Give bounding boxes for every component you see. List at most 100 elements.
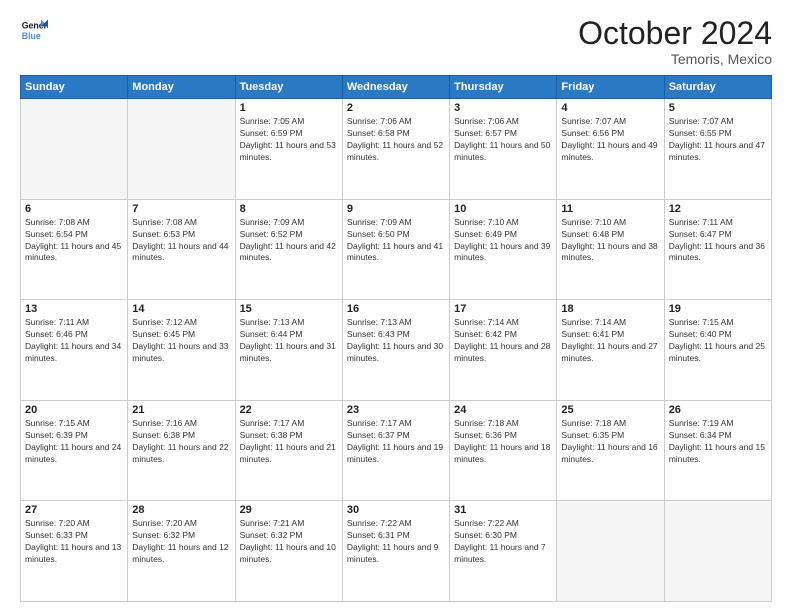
calendar-header-row: Sunday Monday Tuesday Wednesday Thursday… <box>21 76 772 99</box>
cell-info: Sunrise: 7:06 AMSunset: 6:57 PMDaylight:… <box>454 116 552 164</box>
day-number: 24 <box>454 404 552 416</box>
day-number: 22 <box>240 404 338 416</box>
cell-info: Sunrise: 7:21 AMSunset: 6:32 PMDaylight:… <box>240 518 338 566</box>
cell-info: Sunrise: 7:22 AMSunset: 6:30 PMDaylight:… <box>454 518 552 566</box>
day-number: 27 <box>25 504 123 516</box>
cell-info: Sunrise: 7:17 AMSunset: 6:37 PMDaylight:… <box>347 418 445 466</box>
table-row: 12 Sunrise: 7:11 AMSunset: 6:47 PMDayligh… <box>664 199 771 300</box>
cell-info: Sunrise: 7:15 AMSunset: 6:39 PMDaylight:… <box>25 418 123 466</box>
cell-info: Sunrise: 7:10 AMSunset: 6:48 PMDaylight:… <box>561 217 659 265</box>
month-title: October 2024 <box>578 16 772 51</box>
cell-info: Sunrise: 7:06 AMSunset: 6:58 PMDaylight:… <box>347 116 445 164</box>
col-tuesday: Tuesday <box>235 76 342 99</box>
col-saturday: Saturday <box>664 76 771 99</box>
table-row: 22Sunrise: 7:17 AMSunset: 6:38 PMDayligh… <box>235 400 342 501</box>
day-number: 8 <box>240 203 338 215</box>
table-row: 25 Sunrise: 7:18 AMSunset: 6:35 PMDayligh… <box>557 400 664 501</box>
day-number: 3 <box>454 102 552 114</box>
day-number: 28 <box>132 504 230 516</box>
cell-info: Sunrise: 7:14 AMSunset: 6:41 PMDaylight:… <box>561 317 659 365</box>
day-number: 18 <box>561 303 659 315</box>
table-row <box>128 99 235 200</box>
table-row: 28 Sunrise: 7:20 AMSunset: 6:32 PMDayligh… <box>128 501 235 602</box>
table-row: 20 Sunrise: 7:15 AMSunset: 6:39 PMDayligh… <box>21 400 128 501</box>
cell-info: Sunrise: 7:05 AMSunset: 6:59 PMDaylight:… <box>240 116 338 164</box>
cell-info: Sunrise: 7:11 AMSunset: 6:46 PMDaylight:… <box>25 317 123 365</box>
page: General Blue October 2024 Temoris, Mexic… <box>0 0 792 612</box>
table-row: 13 Sunrise: 7:11 AMSunset: 6:46 PMDayligh… <box>21 300 128 401</box>
table-row: 11 Sunrise: 7:10 AMSunset: 6:48 PMDayligh… <box>557 199 664 300</box>
cell-info: Sunrise: 7:09 AMSunset: 6:52 PMDaylight:… <box>240 217 338 265</box>
table-row: 30 Sunrise: 7:22 AMSunset: 6:31 PMDayligh… <box>342 501 449 602</box>
col-monday: Monday <box>128 76 235 99</box>
day-number: 21 <box>132 404 230 416</box>
day-number: 17 <box>454 303 552 315</box>
col-thursday: Thursday <box>450 76 557 99</box>
table-row: 27 Sunrise: 7:20 AMSunset: 6:33 PMDayligh… <box>21 501 128 602</box>
col-sunday: Sunday <box>21 76 128 99</box>
day-number: 5 <box>669 102 767 114</box>
cell-info: Sunrise: 7:20 AMSunset: 6:32 PMDaylight:… <box>132 518 230 566</box>
cell-info: Sunrise: 7:12 AMSunset: 6:45 PMDaylight:… <box>132 317 230 365</box>
day-number: 16 <box>347 303 445 315</box>
day-number: 29 <box>240 504 338 516</box>
table-row: 2 Sunrise: 7:06 AMSunset: 6:58 PMDaylight… <box>342 99 449 200</box>
table-row <box>664 501 771 602</box>
day-number: 23 <box>347 404 445 416</box>
table-row: 21 Sunrise: 7:16 AMSunset: 6:38 PMDayligh… <box>128 400 235 501</box>
table-row: 4 Sunrise: 7:07 AMSunset: 6:56 PMDaylight… <box>557 99 664 200</box>
table-row: 7Sunrise: 7:08 AMSunset: 6:53 PMDaylight… <box>128 199 235 300</box>
table-row: 5 Sunrise: 7:07 AMSunset: 6:55 PMDaylight… <box>664 99 771 200</box>
table-row: 31 Sunrise: 7:22 AMSunset: 6:30 PMDayligh… <box>450 501 557 602</box>
day-number: 4 <box>561 102 659 114</box>
cell-info: Sunrise: 7:07 AMSunset: 6:56 PMDaylight:… <box>561 116 659 164</box>
table-row: 17Sunrise: 7:14 AMSunset: 6:42 PMDayligh… <box>450 300 557 401</box>
cell-info: Sunrise: 7:18 AMSunset: 6:35 PMDaylight:… <box>561 418 659 466</box>
day-number: 12 <box>669 203 767 215</box>
day-number: 30 <box>347 504 445 516</box>
table-row: 9 Sunrise: 7:09 AMSunset: 6:50 PMDaylight… <box>342 199 449 300</box>
cell-info: Sunrise: 7:16 AMSunset: 6:38 PMDaylight:… <box>132 418 230 466</box>
col-friday: Friday <box>557 76 664 99</box>
table-row: 18 Sunrise: 7:14 AMSunset: 6:41 PMDayligh… <box>557 300 664 401</box>
cell-info: Sunrise: 7:07 AMSunset: 6:55 PMDaylight:… <box>669 116 767 164</box>
day-number: 11 <box>561 203 659 215</box>
calendar-table: Sunday Monday Tuesday Wednesday Thursday… <box>20 75 772 602</box>
day-number: 1 <box>240 102 338 114</box>
table-row: 1 Sunrise: 7:05 AMSunset: 6:59 PMDaylight… <box>235 99 342 200</box>
day-number: 2 <box>347 102 445 114</box>
cell-info: Sunrise: 7:08 AMSunset: 6:53 PMDaylight:… <box>132 217 230 265</box>
cell-info: Sunrise: 7:15 AMSunset: 6:40 PMDaylight:… <box>669 317 767 365</box>
table-row: 15Sunrise: 7:13 AMSunset: 6:44 PMDayligh… <box>235 300 342 401</box>
cell-info: Sunrise: 7:08 AMSunset: 6:54 PMDaylight:… <box>25 217 123 265</box>
table-row: 6 Sunrise: 7:08 AMSunset: 6:54 PMDaylight… <box>21 199 128 300</box>
table-row: 8 Sunrise: 7:09 AMSunset: 6:52 PMDaylight… <box>235 199 342 300</box>
table-row: 26Sunrise: 7:19 AMSunset: 6:34 PMDayligh… <box>664 400 771 501</box>
cell-info: Sunrise: 7:20 AMSunset: 6:33 PMDaylight:… <box>25 518 123 566</box>
logo-icon: General Blue <box>20 16 48 44</box>
col-wednesday: Wednesday <box>342 76 449 99</box>
table-row: 19Sunrise: 7:15 AMSunset: 6:40 PMDayligh… <box>664 300 771 401</box>
day-number: 6 <box>25 203 123 215</box>
day-number: 9 <box>347 203 445 215</box>
day-number: 31 <box>454 504 552 516</box>
day-number: 20 <box>25 404 123 416</box>
table-row: 29 Sunrise: 7:21 AMSunset: 6:32 PMDayligh… <box>235 501 342 602</box>
cell-info: Sunrise: 7:09 AMSunset: 6:50 PMDaylight:… <box>347 217 445 265</box>
day-number: 13 <box>25 303 123 315</box>
cell-info: Sunrise: 7:22 AMSunset: 6:31 PMDaylight:… <box>347 518 445 566</box>
table-row: 14Sunrise: 7:12 AMSunset: 6:45 PMDayligh… <box>128 300 235 401</box>
cell-info: Sunrise: 7:11 AMSunset: 6:47 PMDaylight:… <box>669 217 767 265</box>
cell-info: Sunrise: 7:13 AMSunset: 6:43 PMDaylight:… <box>347 317 445 365</box>
title-block: October 2024 Temoris, Mexico <box>578 16 772 67</box>
table-row: 3 Sunrise: 7:06 AMSunset: 6:57 PMDaylight… <box>450 99 557 200</box>
logo: General Blue <box>20 16 48 44</box>
cell-info: Sunrise: 7:18 AMSunset: 6:36 PMDaylight:… <box>454 418 552 466</box>
day-number: 10 <box>454 203 552 215</box>
day-number: 26 <box>669 404 767 416</box>
cell-info: Sunrise: 7:10 AMSunset: 6:49 PMDaylight:… <box>454 217 552 265</box>
table-row: 16 Sunrise: 7:13 AMSunset: 6:43 PMDayligh… <box>342 300 449 401</box>
table-row: 23 Sunrise: 7:17 AMSunset: 6:37 PMDayligh… <box>342 400 449 501</box>
table-row: 24 Sunrise: 7:18 AMSunset: 6:36 PMDayligh… <box>450 400 557 501</box>
day-number: 25 <box>561 404 659 416</box>
